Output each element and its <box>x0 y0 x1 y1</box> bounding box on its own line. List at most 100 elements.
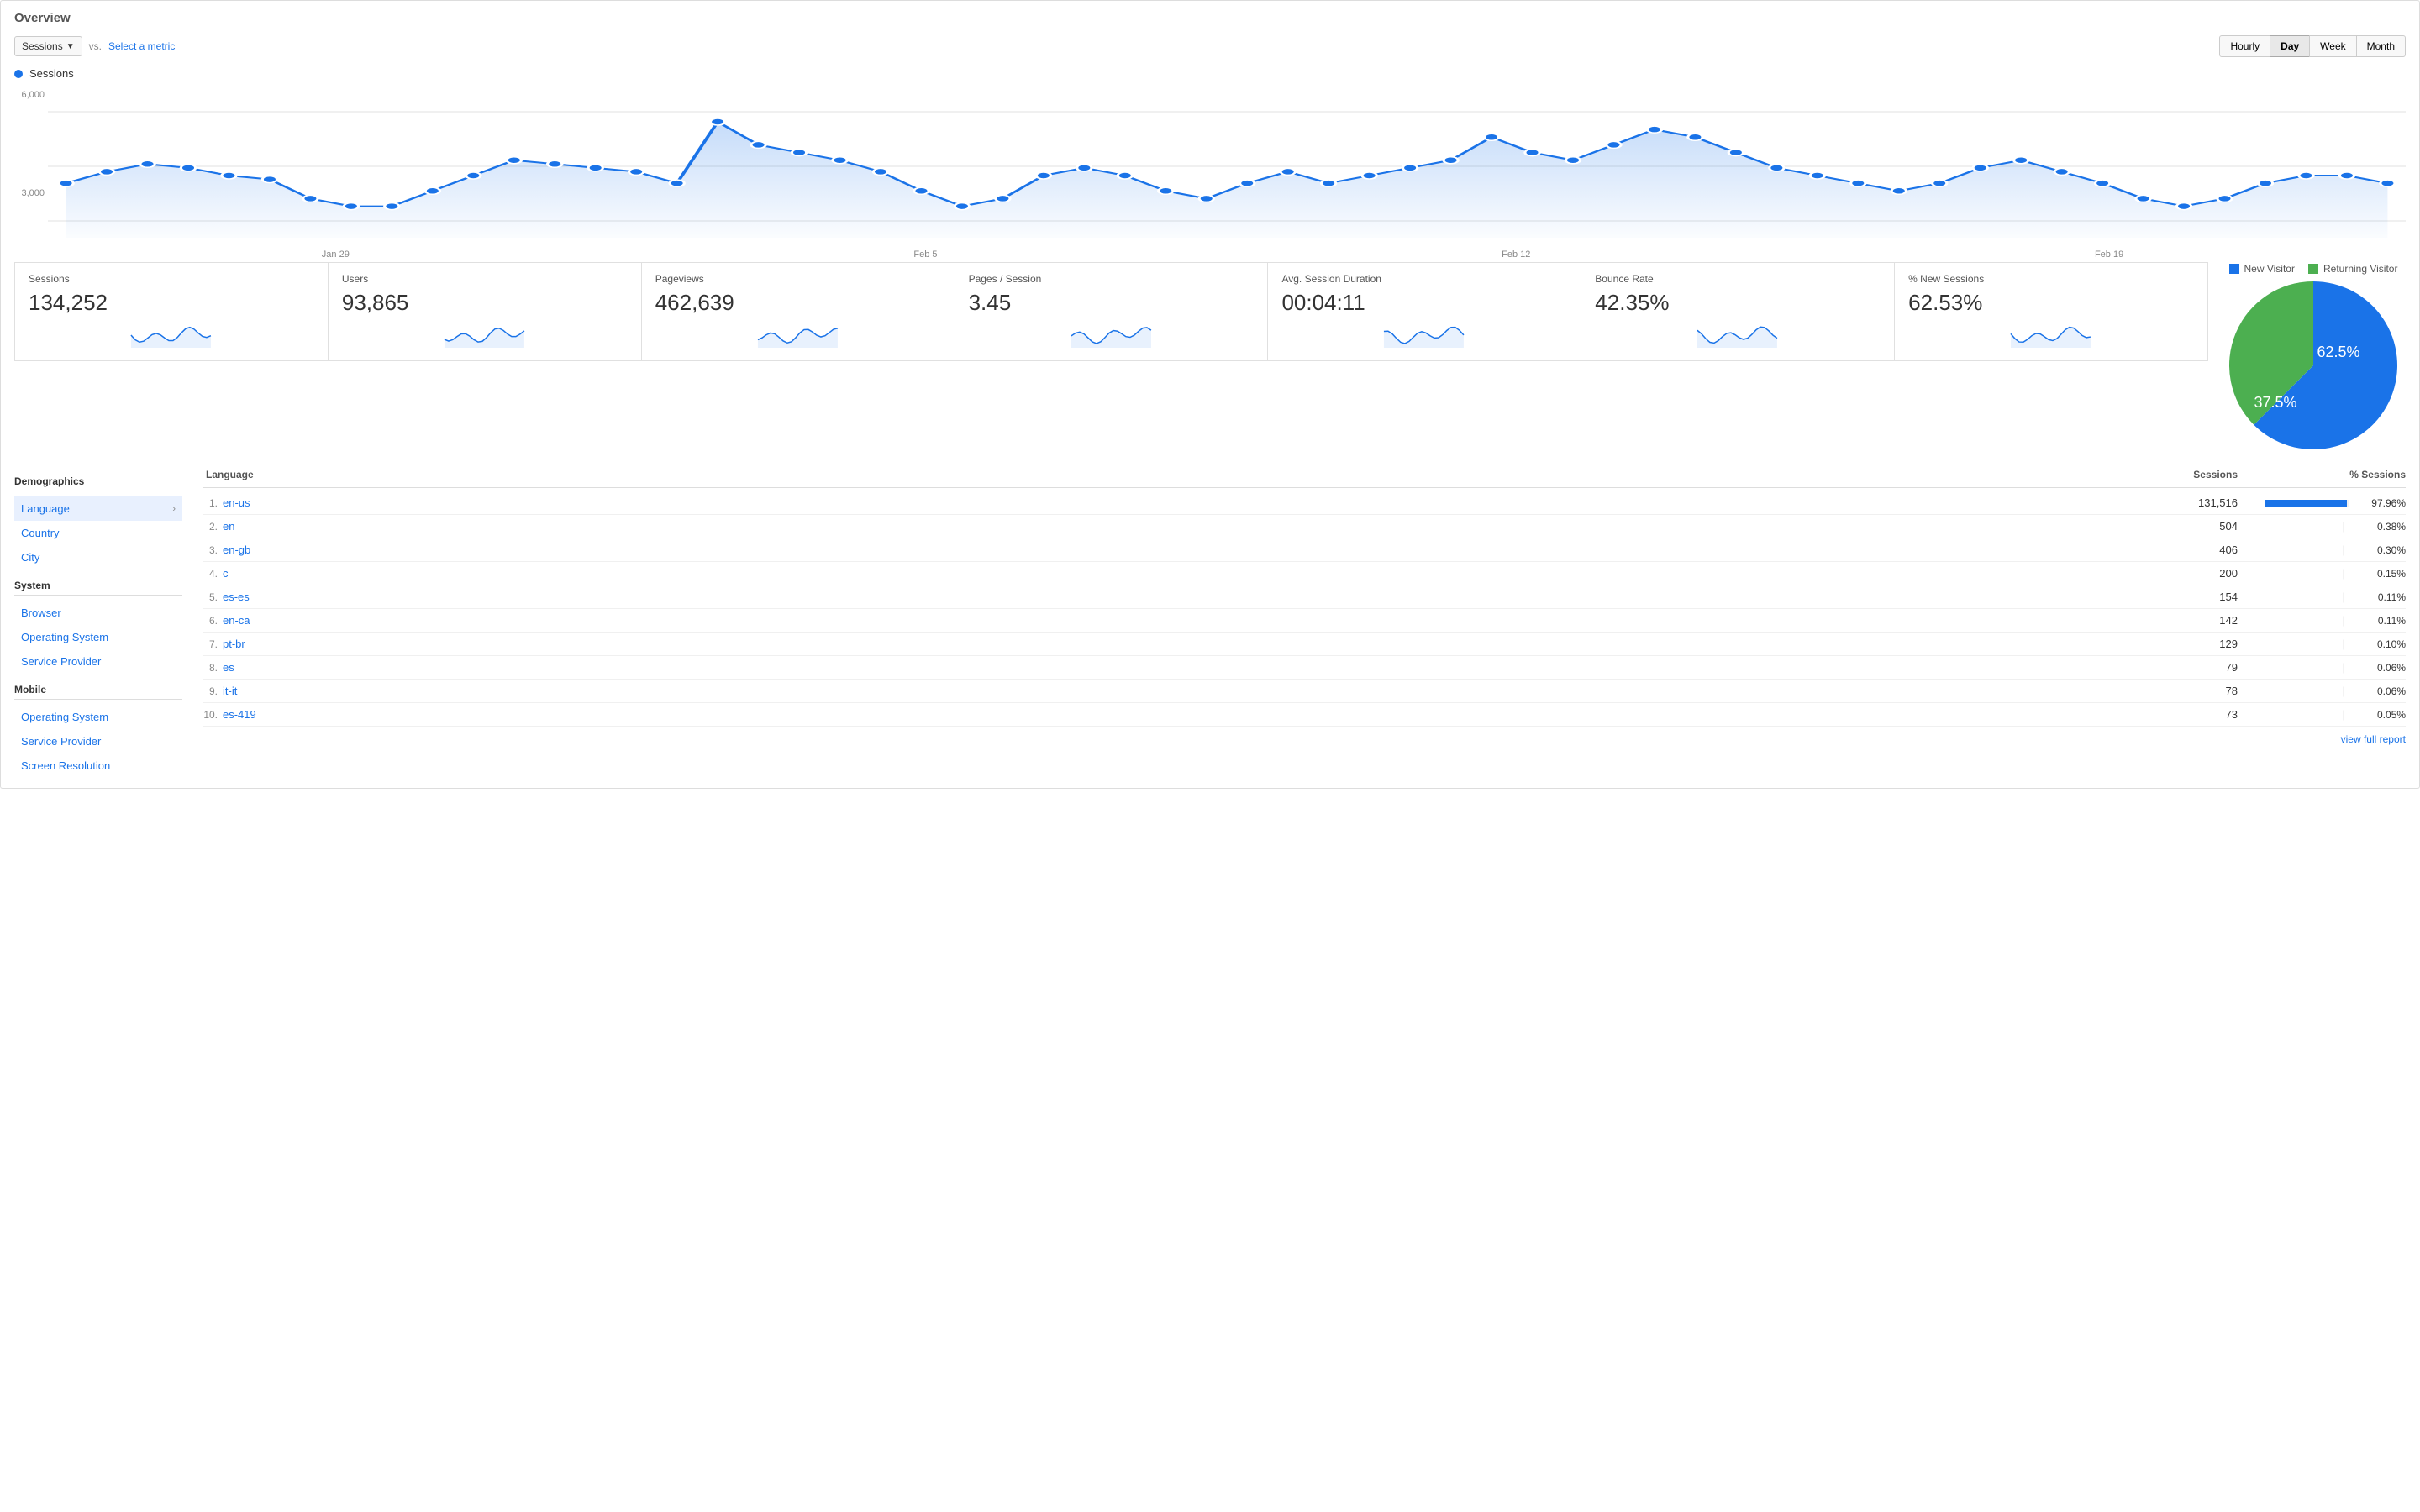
vs-label: vs. <box>89 40 102 52</box>
metric-card-pageviews: Pageviews462,639 <box>641 262 955 361</box>
time-btn-hourly[interactable]: Hourly <box>2219 35 2270 57</box>
time-buttons-group: HourlyDayWeekMonth <box>2220 35 2406 57</box>
demo-section-system: System <box>14 580 182 596</box>
returning-visitor-label: Returning Visitor <box>2323 263 2398 275</box>
row-sessions: 79 <box>2154 661 2238 674</box>
row-pct-text: 0.11% <box>2355 615 2406 627</box>
row-pct-container: 97.96% <box>2238 497 2406 509</box>
row-rank: 8. <box>203 662 223 674</box>
demo-item-operating-system[interactable]: Operating System <box>14 705 182 729</box>
metric-select-label: Sessions <box>22 40 63 52</box>
demo-item-operating-system[interactable]: Operating System <box>14 625 182 649</box>
metric-card-pages---session: Pages / Session 3.45 <box>955 262 1269 361</box>
metric-value: 62.53% <box>1908 290 2194 316</box>
row-language[interactable]: en <box>223 520 2154 533</box>
metric-value: 462,639 <box>655 290 941 316</box>
demographics-items: Language› Country City System Browser Operati… <box>14 496 182 778</box>
pct-divider: | <box>2343 567 2345 580</box>
demo-item-label: Browser <box>21 606 61 619</box>
pct-divider: | <box>2343 638 2345 650</box>
row-language[interactable]: pt-br <box>223 638 2154 650</box>
metric-card-avg--session-duration: Avg. Session Duration 00:04:11 <box>1267 262 1581 361</box>
row-language[interactable]: it-it <box>223 685 2154 697</box>
metric-name: Users <box>342 273 628 285</box>
demo-item-screen-resolution[interactable]: Screen Resolution <box>14 753 182 778</box>
demo-item-service-provider[interactable]: Service Provider <box>14 729 182 753</box>
row-pct-text: 0.06% <box>2355 662 2406 674</box>
demo-item-label: Operating System <box>21 711 108 723</box>
toolbar-left: Sessions ▼ vs. Select a metric <box>14 36 175 56</box>
row-language[interactable]: en-ca <box>223 614 2154 627</box>
sessions-legend-label: Sessions <box>29 67 74 80</box>
demo-item-country[interactable]: Country <box>14 521 182 545</box>
demo-item-language[interactable]: Language› <box>14 496 182 521</box>
panel-title: Overview <box>14 11 2406 25</box>
chart-container: 6,000 3,000 <box>14 87 2406 246</box>
pct-divider: | <box>2343 708 2345 721</box>
metric-select-dropdown[interactable]: Sessions ▼ <box>14 36 82 56</box>
metric-name: Pages / Session <box>969 273 1255 285</box>
row-sessions: 504 <box>2154 520 2238 533</box>
demo-item-service-provider[interactable]: Service Provider <box>14 649 182 674</box>
time-btn-day[interactable]: Day <box>2270 35 2310 57</box>
row-rank: 2. <box>203 521 223 533</box>
demo-item-label: Language <box>21 502 70 515</box>
col-header-sessions: Sessions <box>2154 469 2238 480</box>
row-language[interactable]: es-es <box>223 591 2154 603</box>
y-label-top: 6,000 <box>21 90 45 100</box>
table-row: 2.en504|0.38% <box>203 515 2406 538</box>
row-rank: 10. <box>203 709 223 721</box>
metric-name: Bounce Rate <box>1595 273 1881 285</box>
view-full-report-link[interactable]: view full report <box>203 727 2406 745</box>
row-language[interactable]: es <box>223 661 2154 674</box>
metric-value: 3.45 <box>969 290 1255 316</box>
row-pct-container: |0.06% <box>2238 661 2406 674</box>
select-metric-link[interactable]: Select a metric <box>108 40 175 52</box>
table-row: 4.c200 | 0.15% <box>203 562 2406 585</box>
pie-chart-canvas: 62.5% 37.5% <box>2229 281 2397 452</box>
row-sessions: 142 <box>2154 614 2238 627</box>
metric-card---new-sessions: % New Sessions62.53% <box>1894 262 2208 361</box>
pct-bar-wrap <box>2265 500 2349 507</box>
demo-item-browser[interactable]: Browser <box>14 601 182 625</box>
row-pct-text: 0.38% <box>2355 521 2406 533</box>
demo-item-city[interactable]: City <box>14 545 182 570</box>
row-language[interactable]: en-gb <box>223 543 2154 556</box>
metric-name: Avg. Session Duration <box>1281 273 1567 285</box>
row-pct-text: 0.11% <box>2355 591 2406 603</box>
bottom-section: Demographics Language›CountryCitySystemB… <box>14 465 2406 778</box>
svg-text:62.5%: 62.5% <box>2317 344 2360 360</box>
col-header-language: Language <box>203 469 2154 480</box>
pie-chart-section: New Visitor Returning Visitor 62.5% <box>2221 263 2406 452</box>
row-pct-container: |0.38% <box>2238 520 2406 533</box>
sessions-legend-dot <box>14 70 23 78</box>
row-pct-text: 0.15% <box>2355 568 2406 580</box>
demo-item-label: Service Provider <box>21 735 101 748</box>
row-rank: 4. <box>203 568 223 580</box>
metric-card-users: Users93,865 <box>328 262 642 361</box>
row-language[interactable]: en-us <box>223 496 2154 509</box>
table-rows: 1.en-us131,51697.96%2.en504|0.38%3.en-gb… <box>203 491 2406 727</box>
y-axis-labels: 6,000 3,000 <box>14 87 48 246</box>
demo-item-label: Screen Resolution <box>21 759 110 772</box>
row-pct-text: 0.06% <box>2355 685 2406 697</box>
metric-value: 134,252 <box>29 290 314 316</box>
table-row: 1.en-us131,51697.96% <box>203 491 2406 515</box>
col-header-pct-sessions: % Sessions <box>2238 469 2406 480</box>
row-language[interactable]: es-419 <box>223 708 2154 721</box>
row-language[interactable]: c <box>223 567 2154 580</box>
row-pct-container: |0.10% <box>2238 638 2406 650</box>
row-pct-container: |0.11% <box>2238 614 2406 627</box>
time-btn-week[interactable]: Week <box>2309 35 2356 57</box>
row-sessions: 200 <box>2154 567 2238 580</box>
demo-item-label: Operating System <box>21 631 108 643</box>
metrics-pie-section: Sessions134,252Users93,865Pageviews462,6… <box>14 263 2406 452</box>
demo-item-label: Country <box>21 527 60 539</box>
demo-item-label: City <box>21 551 39 564</box>
metrics-row-1: Sessions134,252Users93,865Pageviews462,6… <box>14 263 2207 361</box>
time-btn-month[interactable]: Month <box>2356 35 2406 57</box>
metric-value: 00:04:11 <box>1281 290 1567 316</box>
demographics-sidebar: Demographics Language›CountryCitySystemB… <box>14 465 182 778</box>
table-row: 8.es79|0.06% <box>203 656 2406 680</box>
row-pct-container: |0.06% <box>2238 685 2406 697</box>
